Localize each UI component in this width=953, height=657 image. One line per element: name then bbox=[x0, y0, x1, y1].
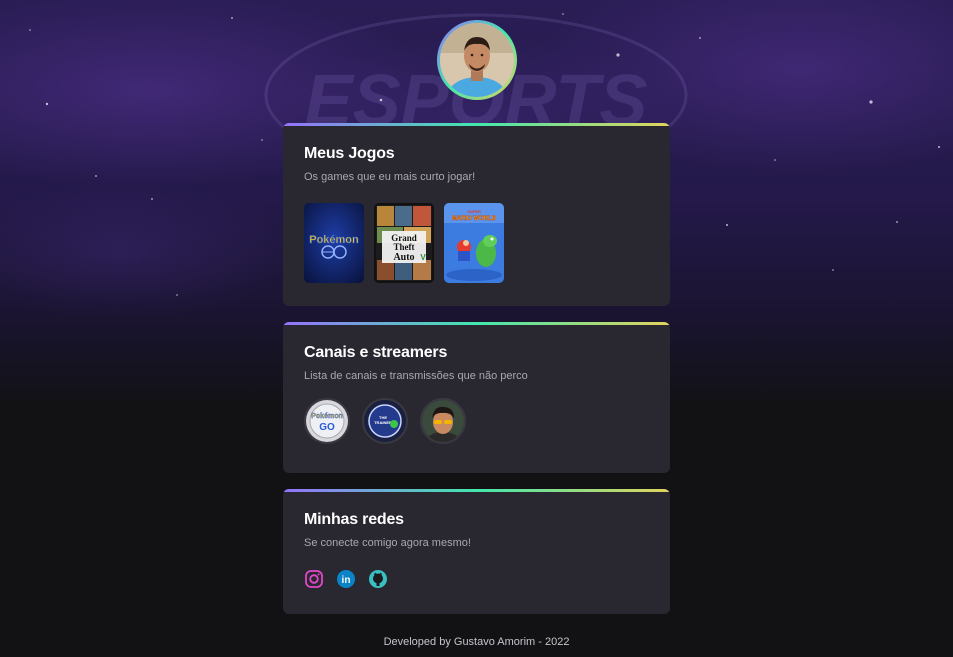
games-card: Meus Jogos Os games que eu mais curto jo… bbox=[283, 123, 670, 306]
streamers-title: Canais e streamers bbox=[304, 344, 448, 361]
svg-text:SUPER: SUPER bbox=[467, 209, 481, 214]
gta-v-cover[interactable]: Grand Theft Auto V bbox=[374, 203, 434, 283]
instagram-icon[interactable] bbox=[304, 569, 324, 589]
svg-text:GO: GO bbox=[319, 422, 335, 433]
svg-text:in: in bbox=[342, 575, 351, 586]
streamers-subtitle: Lista de canais e transmissões que não p… bbox=[304, 370, 528, 382]
svg-text:Pokémon: Pokémon bbox=[311, 413, 343, 420]
svg-text:Pokémon: Pokémon bbox=[309, 234, 359, 246]
streamers-card: Canais e streamers Lista de canais e tra… bbox=[283, 322, 670, 473]
streamer-avatar[interactable] bbox=[420, 398, 466, 444]
footer-credit: Developed by Gustavo Amorim - 2022 bbox=[383, 636, 570, 648]
games-subtitle: Os games que eu mais curto jogar! bbox=[304, 171, 476, 183]
svg-text:V: V bbox=[420, 253, 426, 262]
svg-text:Theft: Theft bbox=[394, 242, 415, 252]
linkedin-icon[interactable]: in bbox=[336, 569, 356, 589]
social-card: Minhas redes Se conecte comigo agora mes… bbox=[283, 489, 670, 614]
social-title: Minhas redes bbox=[304, 511, 404, 528]
trainer-club-channel-avatar[interactable]: THE TRAINER bbox=[362, 398, 408, 444]
svg-text:MARIO WORLD: MARIO WORLD bbox=[452, 216, 497, 222]
pokemon-go-cover[interactable]: Pokémon bbox=[304, 203, 364, 283]
svg-text:TRAINER: TRAINER bbox=[374, 420, 392, 425]
svg-text:Auto: Auto bbox=[393, 252, 414, 263]
super-mario-world-cover[interactable]: SUPER MARIO WORLD bbox=[444, 203, 504, 283]
user-photo-icon bbox=[440, 23, 514, 97]
github-icon[interactable] bbox=[368, 569, 388, 589]
games-list: Pokémon Grand Theft Auto V SUPER MARIO W… bbox=[304, 203, 649, 283]
streamers-list: Pokémon GO THE TRAINER bbox=[304, 398, 649, 444]
social-links: in bbox=[304, 569, 649, 589]
profile-avatar bbox=[437, 20, 517, 100]
pokemon-go-channel-avatar[interactable]: Pokémon GO bbox=[304, 398, 350, 444]
games-title: Meus Jogos bbox=[304, 145, 395, 162]
social-subtitle: Se conecte comigo agora mesmo! bbox=[304, 537, 471, 549]
